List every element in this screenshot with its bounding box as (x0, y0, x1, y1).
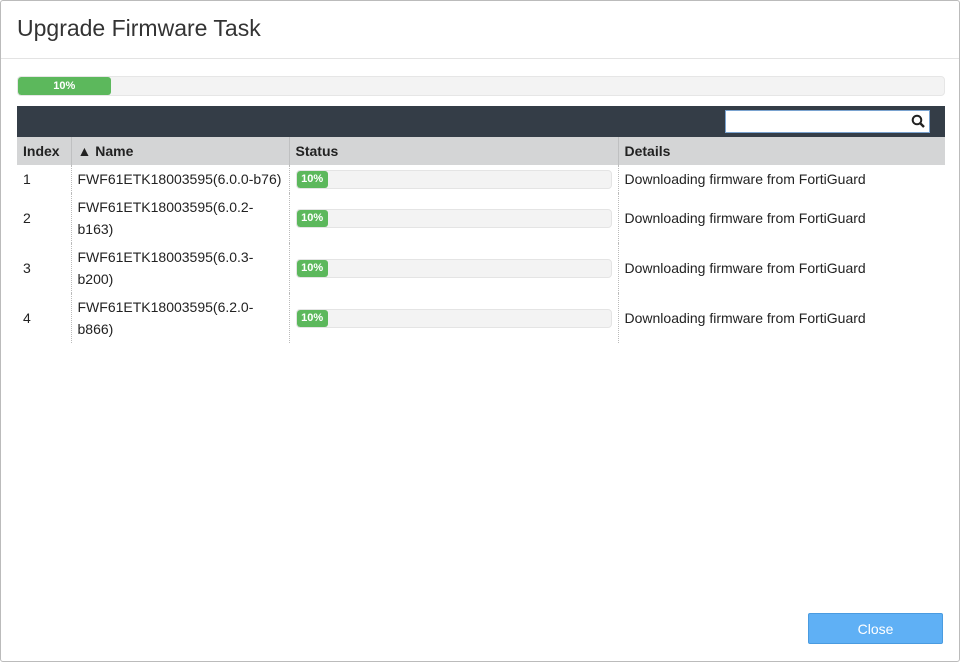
table-row[interactable]: 1 FWF61ETK18003595(6.0.0-b76) 10% Downlo… (17, 165, 945, 193)
row-progress-fill: 10% (296, 259, 328, 277)
row-details: Downloading firmware from FortiGuard (617, 293, 945, 343)
column-header-details[interactable]: Details (617, 137, 945, 165)
row-details: Downloading firmware from FortiGuard (617, 165, 945, 193)
row-progress-bar: 10% (295, 169, 612, 189)
row-status: 10% (288, 243, 618, 293)
row-details: Downloading firmware from FortiGuard (617, 243, 945, 293)
overall-progress-bar: 10% (17, 76, 945, 96)
row-index: 4 (23, 310, 31, 326)
upgrade-firmware-dialog: Upgrade Firmware Task 10% Index ▲ Name S… (0, 0, 960, 662)
table-toolbar (17, 106, 945, 137)
row-name: FWF61ETK18003595(6.0.0-b76) (70, 165, 289, 193)
overall-progress-fill: 10% (18, 77, 111, 95)
search-icon[interactable] (911, 114, 925, 128)
row-name: FWF61ETK18003595(6.0.3-b200) (70, 243, 289, 293)
task-table: Index ▲ Name Status Details 1 FWF61ETK18… (17, 137, 945, 343)
row-progress-fill: 10% (296, 209, 328, 227)
table-row[interactable]: 4 FWF61ETK18003595(6.2.0-b866) 10% Downl… (17, 293, 945, 343)
dialog-title: Upgrade Firmware Task (17, 15, 261, 41)
table-row[interactable]: 3 FWF61ETK18003595(6.0.3-b200) 10% Downl… (17, 243, 945, 293)
row-status: 10% (288, 165, 618, 193)
column-header-name[interactable]: ▲ Name (70, 137, 289, 165)
row-name: FWF61ETK18003595(6.2.0-b866) (70, 293, 289, 343)
row-status: 10% (288, 193, 618, 243)
row-progress-bar: 10% (295, 208, 612, 228)
close-button[interactable]: Close (808, 613, 943, 644)
row-status: 10% (288, 293, 618, 343)
column-header-index[interactable]: Index (17, 137, 71, 165)
row-progress-fill: 10% (296, 170, 328, 188)
search-box[interactable] (725, 110, 930, 133)
table-row[interactable]: 2 FWF61ETK18003595(6.0.2-b163) 10% Downl… (17, 193, 945, 243)
column-header-status[interactable]: Status (288, 137, 618, 165)
row-index: 3 (23, 260, 31, 276)
row-name: FWF61ETK18003595(6.0.2-b163) (70, 193, 289, 243)
divider (1, 58, 959, 59)
search-input[interactable] (726, 111, 906, 132)
row-progress-fill: 10% (296, 309, 328, 327)
row-index: 2 (23, 210, 31, 226)
row-index: 1 (23, 171, 31, 187)
row-progress-bar: 10% (295, 258, 612, 278)
row-details: Downloading firmware from FortiGuard (617, 193, 945, 243)
row-progress-bar: 10% (295, 308, 612, 328)
